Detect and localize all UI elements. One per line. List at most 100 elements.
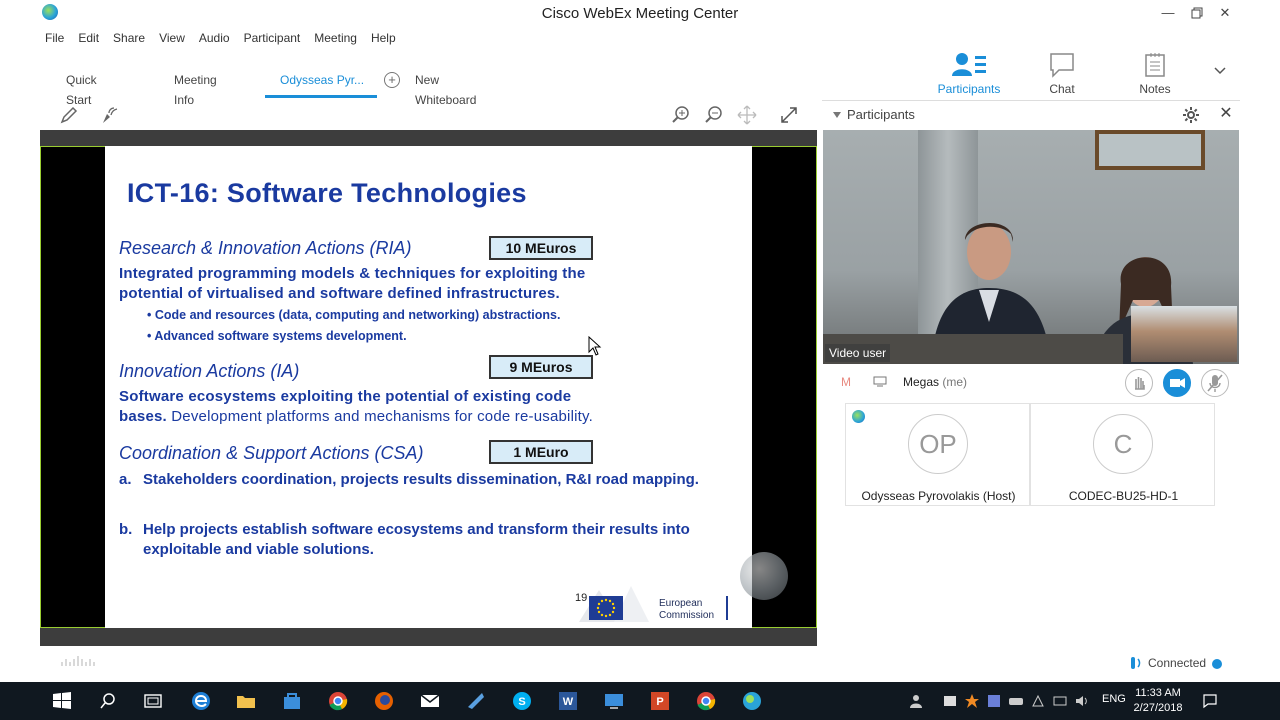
participants-panel-label: Participants <box>937 82 1001 96</box>
notes-panel-button[interactable]: Notes <box>1115 52 1195 96</box>
participants-panel-header: Participants ✕ <box>822 100 1240 130</box>
self-view-thumbnail[interactable] <box>1131 306 1237 362</box>
ria-bullet-2: • Advanced software systems development. <box>147 329 407 343</box>
pointer-tool-icon[interactable] <box>98 104 120 126</box>
chat-icon <box>1050 53 1074 78</box>
volume-icon[interactable] <box>1074 693 1090 709</box>
powerpoint-icon[interactable]: P <box>648 689 672 713</box>
windows-start-icon[interactable] <box>50 689 74 713</box>
ria-heading: Research & Innovation Actions (RIA) <box>119 238 412 258</box>
gear-icon[interactable] <box>1182 106 1200 124</box>
tray-icon[interactable] <box>1008 693 1024 709</box>
participant-card[interactable]: C CODEC-BU25-HD-1 <box>1030 403 1215 506</box>
fit-move-icon[interactable] <box>736 104 758 126</box>
pen-icon[interactable] <box>58 104 80 126</box>
system-clock[interactable]: 11:33 AM 2/27/2018 <box>1128 686 1188 716</box>
close-window-button[interactable]: ✕ <box>1211 4 1239 22</box>
ia-heading: Innovation Actions (IA) <box>119 361 300 381</box>
menu-file[interactable]: File <box>40 28 71 48</box>
annotation-toolbar <box>40 100 818 130</box>
svg-text:P: P <box>656 696 663 708</box>
collapse-triangle-icon[interactable] <box>832 111 842 119</box>
file-explorer-icon[interactable] <box>234 689 258 713</box>
network-icon[interactable] <box>1052 693 1068 709</box>
restore-button[interactable] <box>1183 4 1211 22</box>
search-icon[interactable] <box>96 689 120 713</box>
raise-hand-button[interactable] <box>1125 369 1153 397</box>
tab-shared-presentation[interactable]: Odysseas Pyr... <box>265 70 377 98</box>
ria-bullet-1: • Code and resources (data, computing an… <box>147 308 561 322</box>
restore-icon <box>1191 7 1203 19</box>
tab-quick-start[interactable]: Quick Start <box>66 70 97 107</box>
skype-icon[interactable]: S <box>510 689 534 713</box>
menu-edit[interactable]: Edit <box>71 28 106 48</box>
tray-icon[interactable] <box>942 693 958 709</box>
tray-icon[interactable] <box>1030 693 1046 709</box>
menu-share[interactable]: Share <box>106 28 152 48</box>
chevron-down-icon[interactable] <box>1212 62 1228 78</box>
store-icon[interactable] <box>280 689 304 713</box>
participants-icon <box>952 53 986 76</box>
zoom-in-icon[interactable] <box>670 104 692 126</box>
mail-icon[interactable] <box>418 689 442 713</box>
title-bar: Cisco WebEx Meeting Center <box>0 0 1240 28</box>
remote-desktop-icon[interactable] <box>602 689 626 713</box>
csa-heading: Coordination & Support Actions (CSA) <box>119 443 424 463</box>
ia-line-2: bases. Development platforms and mechani… <box>119 408 593 425</box>
tray-icon[interactable] <box>964 693 980 709</box>
notes-icon <box>1145 53 1165 77</box>
my-initial-badge: M <box>841 375 851 389</box>
slide-title: ICT-16: Software Technologies <box>127 178 527 208</box>
video-user-label: Video user <box>825 344 891 362</box>
windows-taskbar: S W P ENG 11:33 AM 2/27/2018 <box>0 682 1280 720</box>
video-toggle-button[interactable] <box>1163 369 1191 397</box>
avatar: C <box>1093 414 1153 474</box>
ria-line-1: Integrated programming models & techniqu… <box>119 265 586 282</box>
mute-button[interactable] <box>1201 369 1229 397</box>
chat-panel-label: Chat <box>1049 82 1075 96</box>
task-view-icon[interactable] <box>141 689 165 713</box>
status-bar: Connected <box>40 648 1240 682</box>
audio-connected-icon[interactable] <box>1130 655 1144 671</box>
tab-new-whiteboard[interactable]: New Whiteboard <box>415 70 476 107</box>
menu-meeting[interactable]: Meeting <box>307 28 364 48</box>
slide-page-number: 19 <box>575 592 588 604</box>
tab-meeting-info[interactable]: Meeting Info <box>174 70 217 107</box>
participant-name: CODEC-BU25-HD-1 <box>1068 489 1179 503</box>
menu-view[interactable]: View <box>152 28 192 48</box>
word-icon[interactable]: W <box>556 689 580 713</box>
my-participant-row[interactable]: M Megas (me) <box>823 366 1239 400</box>
window-title: Cisco WebEx Meeting Center <box>541 5 739 22</box>
chrome-icon[interactable] <box>694 689 718 713</box>
firefox-icon[interactable] <box>372 689 396 713</box>
zoom-out-icon[interactable] <box>703 104 725 126</box>
my-name: Megas (me) <box>903 375 968 389</box>
participants-header-label: Participants <box>847 107 915 122</box>
svg-text:S: S <box>518 696 525 708</box>
participants-panel-button[interactable]: Participants <box>929 52 1009 96</box>
active-speaker-video[interactable]: Video user <box>823 130 1239 364</box>
tray-icon[interactable] <box>986 693 1002 709</box>
menu-participant[interactable]: Participant <box>237 28 308 48</box>
app-icon[interactable] <box>464 689 488 713</box>
chat-panel-button[interactable]: Chat <box>1022 52 1102 96</box>
eu-flag-icon <box>589 596 623 620</box>
chrome-icon[interactable] <box>326 689 350 713</box>
minimize-button[interactable]: — <box>1154 4 1182 22</box>
close-panel-icon[interactable]: ✕ <box>1218 106 1234 122</box>
new-tab-plus-icon[interactable]: + <box>384 72 400 88</box>
avatar: OP <box>908 414 968 474</box>
microphone-muted-icon <box>1207 374 1223 392</box>
menu-help[interactable]: Help <box>364 28 403 48</box>
notifications-icon[interactable] <box>1202 693 1218 709</box>
svg-text:W: W <box>563 696 574 708</box>
menu-audio[interactable]: Audio <box>192 28 237 48</box>
webex-taskbar-icon[interactable] <box>740 689 764 713</box>
webex-status-icon <box>852 410 865 423</box>
hand-icon <box>1135 377 1145 390</box>
fullscreen-icon[interactable] <box>778 104 800 126</box>
input-language[interactable]: ENG <box>1102 693 1126 705</box>
edge-browser-icon[interactable] <box>189 689 213 713</box>
participant-card[interactable]: OP Odysseas Pyrovolakis (Host) <box>845 403 1030 506</box>
people-tray-icon[interactable] <box>908 693 924 709</box>
